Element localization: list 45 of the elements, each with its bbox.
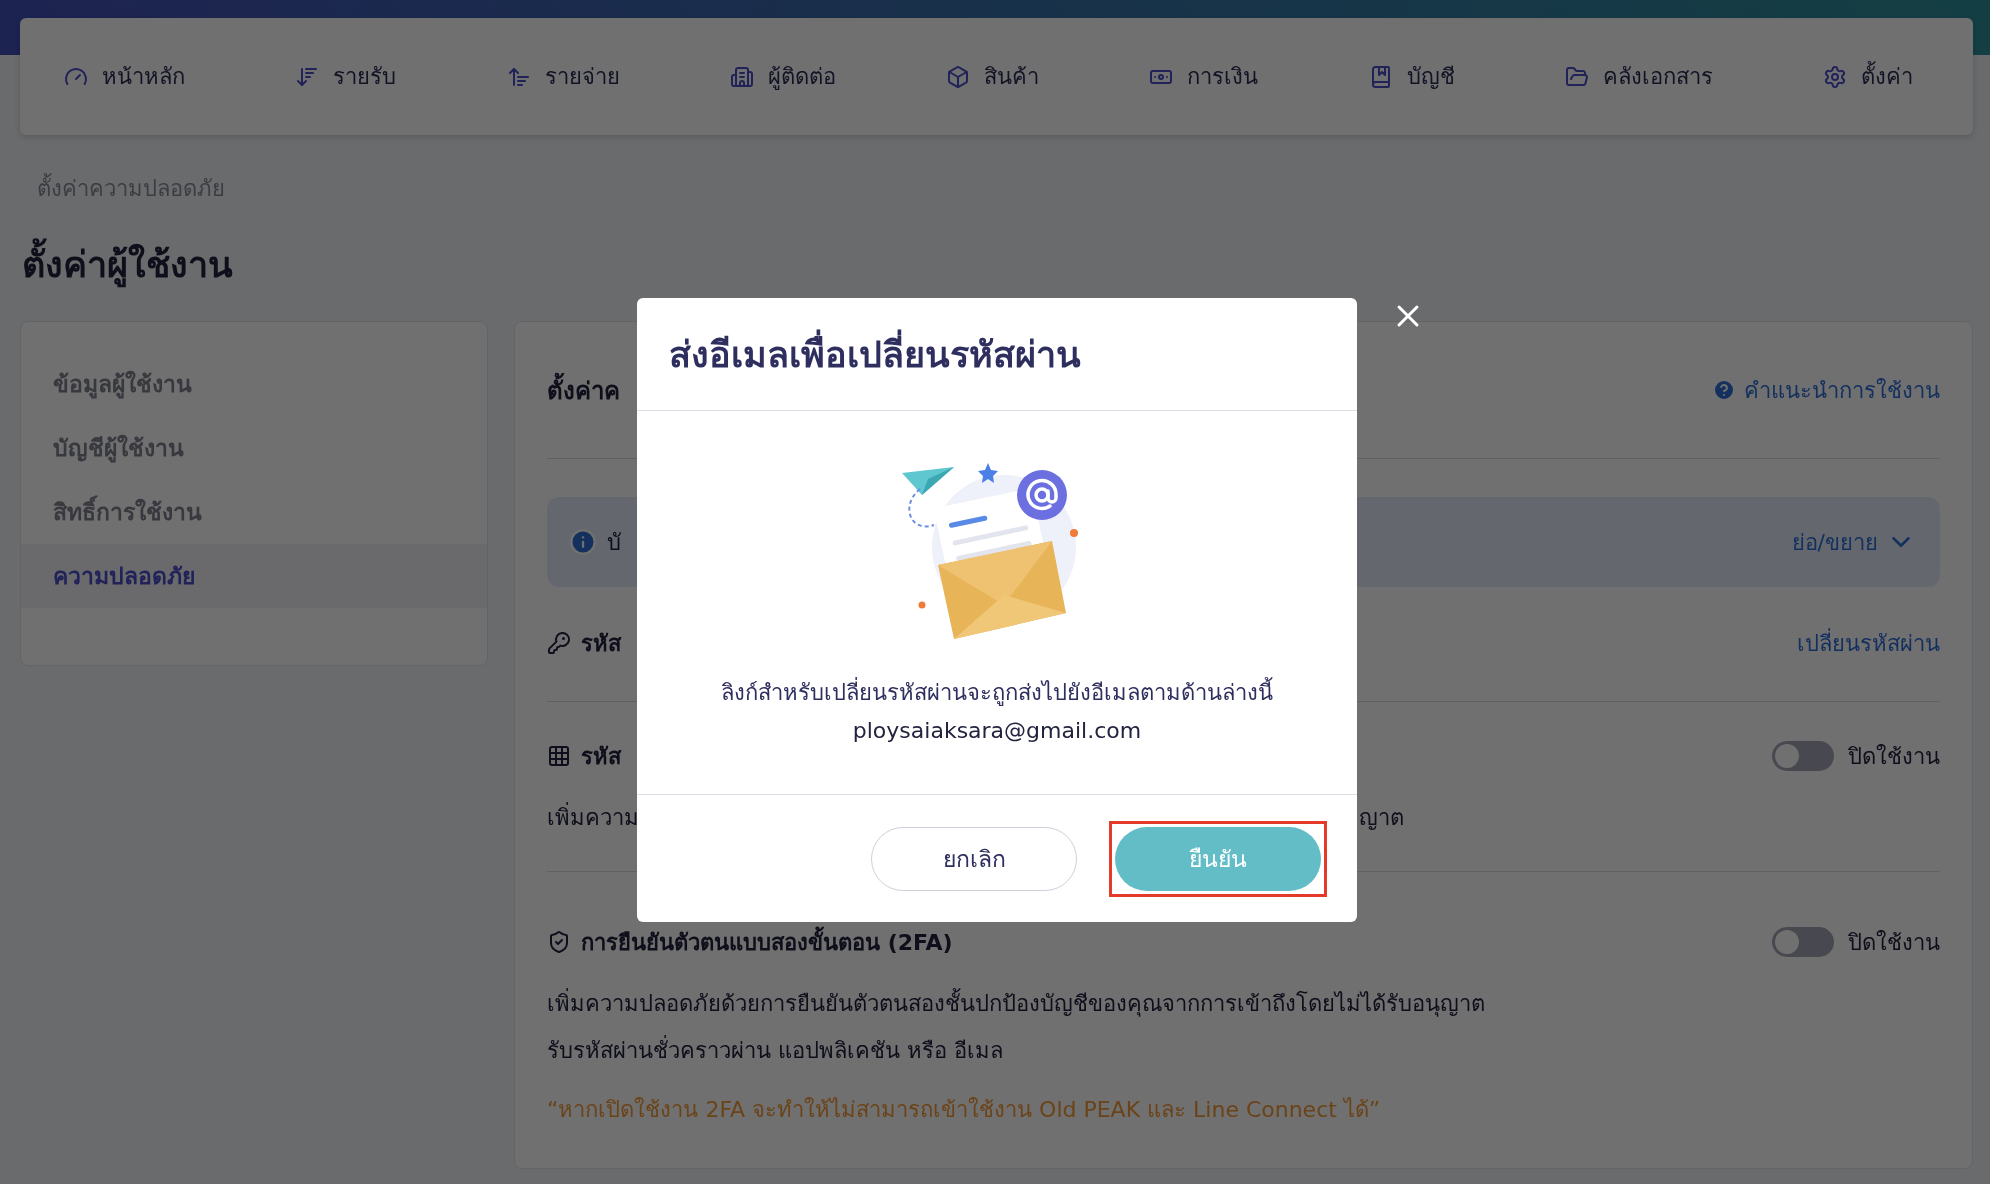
- sidebar-item[interactable]: ข้อมูลผู้ใช้งาน: [21, 352, 487, 416]
- nav-item[interactable]: การเงิน: [1149, 59, 1259, 94]
- nav-item[interactable]: สินค้า: [946, 59, 1039, 94]
- section-description: เพิ่มความ: [547, 800, 639, 835]
- page-title: ตั้งค่าผู้ใช้งาน: [22, 236, 1973, 293]
- grid-icon: [547, 744, 571, 768]
- nav-item[interactable]: คลังเอกสาร: [1564, 59, 1713, 94]
- section-title: รหัส: [581, 742, 621, 771]
- sidebar-item[interactable]: สิทธิ์การใช้งาน: [21, 480, 487, 544]
- help-icon: [1712, 378, 1736, 402]
- toggle-switch[interactable]: [1772, 741, 1834, 771]
- info-text: บั: [607, 528, 621, 557]
- email-address: ploysaiaksara@gmail.com: [852, 718, 1142, 743]
- section-description: ญาต: [1359, 804, 1404, 832]
- folder-icon: [1564, 64, 1589, 89]
- toggle-switch[interactable]: [1772, 927, 1834, 957]
- sidebar-item[interactable]: บัญชีผู้ใช้งาน: [21, 416, 487, 480]
- nav-item[interactable]: หน้าหลัก: [64, 59, 185, 94]
- nav-item[interactable]: รายรับ: [295, 59, 397, 94]
- cancel-button[interactable]: ยกเลิก: [871, 826, 1077, 891]
- change-password-link[interactable]: เปลี่ยนรหัสผ่าน: [1797, 625, 1940, 661]
- help-link[interactable]: คำแนะนำการใช้งาน: [1712, 372, 1940, 408]
- sidebar-item[interactable]: ความปลอดภัย: [21, 544, 487, 608]
- section-title: รหัส: [581, 629, 621, 658]
- key-icon: [547, 631, 571, 655]
- nav-item[interactable]: ผู้ติดต่อ: [729, 59, 836, 94]
- nav-item[interactable]: บัญชี: [1368, 59, 1455, 94]
- settings-icon: [1823, 64, 1847, 89]
- confirm-button[interactable]: ยืนยัน: [1115, 826, 1321, 891]
- section-description: เพิ่มความปลอดภัยด้วยการยืนยันตัวตนสองชั้นปกป้องบัญชีของคุณจากการเข้าถึงโดยไม่ได้รับอนุญาต: [547, 986, 1485, 1021]
- nav-item[interactable]: ตั้งค่า: [1823, 59, 1913, 94]
- building-icon: [729, 64, 754, 89]
- nav-item[interactable]: รายจ่าย: [506, 59, 620, 94]
- section-description: รับรหัสผ่านชั่วคราวผ่าน แอปพลิเคชัน หรือ อีเมล: [547, 1033, 1485, 1068]
- section-title: การยืนยันตัวตนแบบสองขั้นตอน (2FA): [581, 924, 953, 960]
- panel-title: ตั้งค่าค: [547, 370, 620, 410]
- shield-icon: [547, 930, 571, 954]
- warning-note: “หากเปิดใช้งาน 2FA จะทำให้ไม่สามารถเข้าใช้งาน Old PEAK และ Line Connect ได้”: [547, 1097, 1381, 1122]
- toggle-state-label: ปิดใช้งาน: [1848, 928, 1940, 957]
- toggle-state-label: ปิดใช้งาน: [1848, 742, 1940, 771]
- modal-message: ลิงก์สำหรับเปลี่ยนรหัสผ่านจะถูกส่งไปยังอีเมลตามด้านล่างนี้: [721, 675, 1273, 710]
- box-icon: [946, 64, 970, 89]
- modal-title: ส่งอีเมลเพื่อเปลี่ยนรหัสผ่าน: [669, 325, 1081, 383]
- info-icon: [569, 528, 597, 556]
- collapse-toggle[interactable]: ย่อ/ขยาย: [1791, 524, 1916, 560]
